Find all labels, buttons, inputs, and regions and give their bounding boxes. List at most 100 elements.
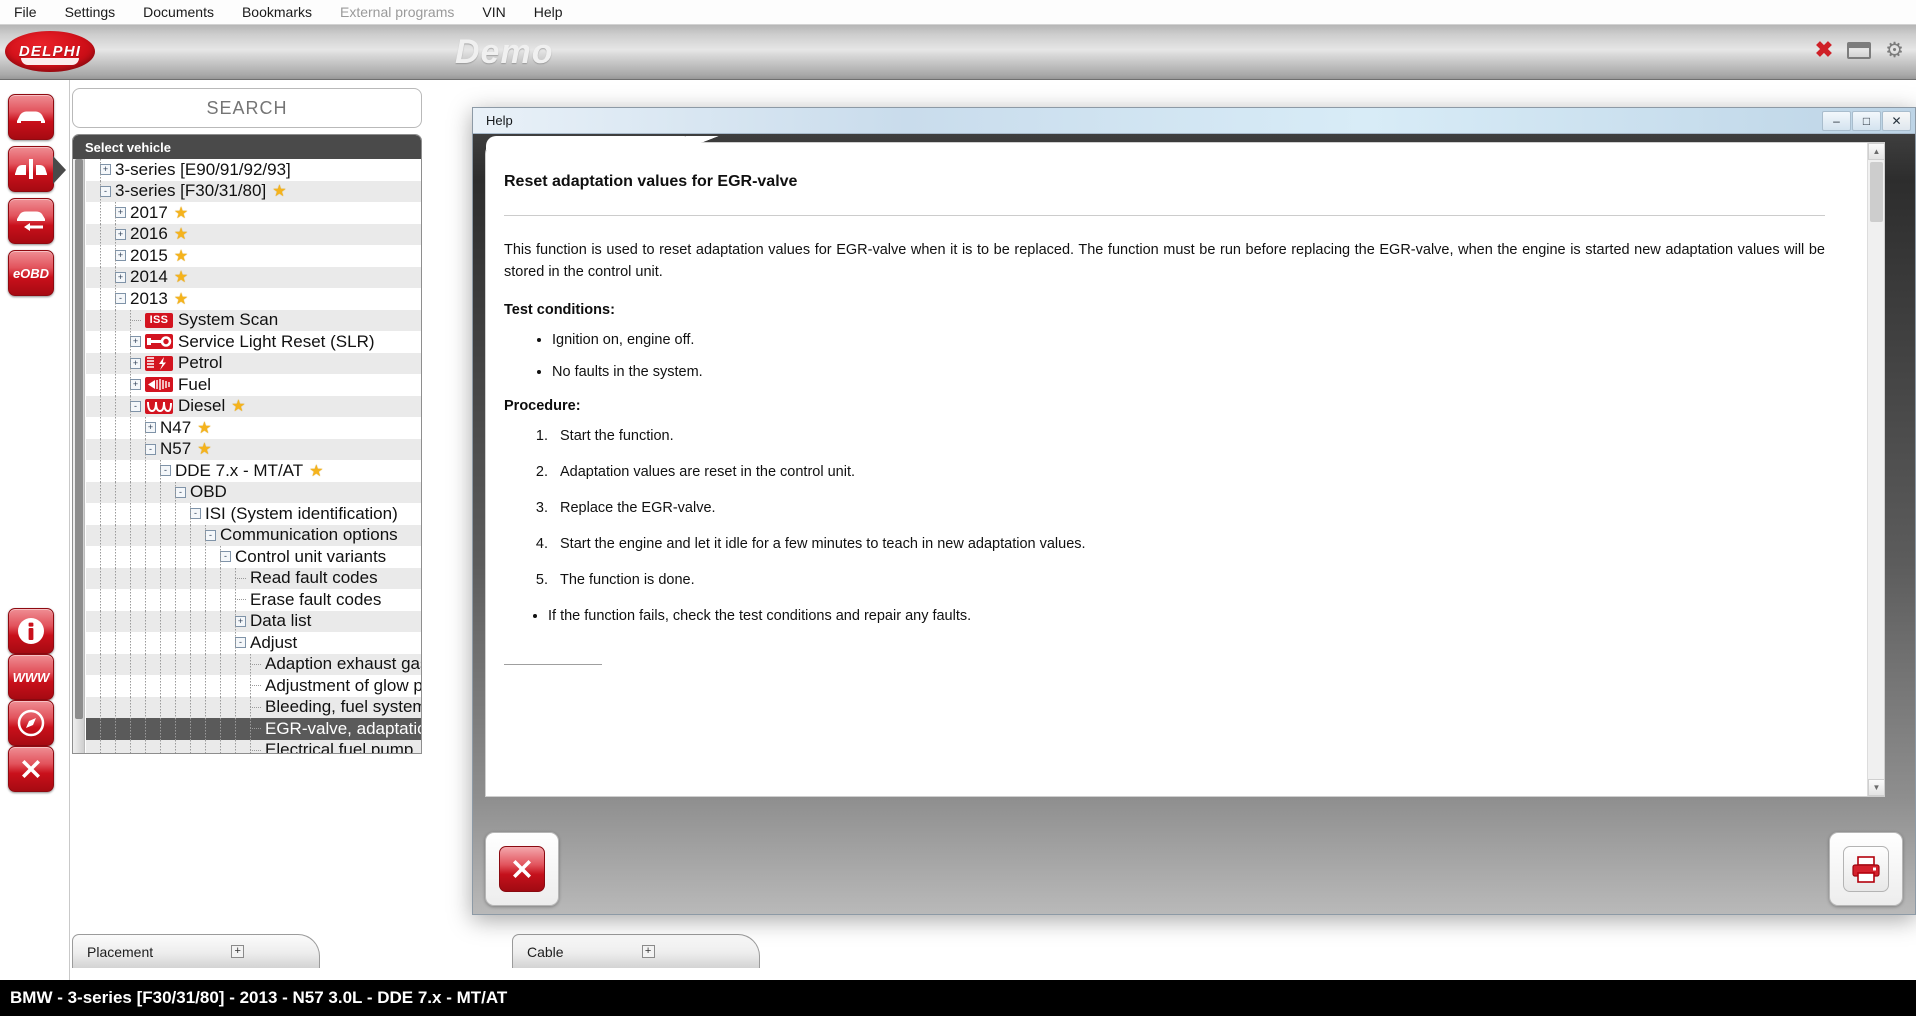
search-input[interactable] xyxy=(73,89,421,127)
favorite-star-icon[interactable]: ★ xyxy=(174,289,188,309)
tree-row[interactable]: Adaption exhaust gas flap xyxy=(86,653,421,675)
tree-toggle-expand[interactable]: + xyxy=(115,228,126,240)
tree-toggle-collapse[interactable]: - xyxy=(130,400,141,412)
tree-row[interactable]: +3-series [E90/91/92/93] xyxy=(86,159,421,181)
print-button[interactable] xyxy=(1829,832,1903,906)
eobd-icon[interactable]: eOBD xyxy=(8,250,54,296)
vehicle-back-icon[interactable] xyxy=(8,198,54,244)
tree-row[interactable]: - Diesel ★ xyxy=(86,395,421,417)
vehicle-system-icon[interactable] xyxy=(8,146,66,192)
tree-toggle-collapse[interactable]: - xyxy=(205,529,216,541)
tree-scrollbar[interactable] xyxy=(73,159,85,753)
tree-row[interactable]: +2016 ★ xyxy=(86,223,421,245)
tree-row[interactable]: - Control unit variants xyxy=(86,546,421,568)
tree-row[interactable]: - Communication options xyxy=(86,524,421,546)
gear-icon[interactable]: ⚙ xyxy=(1885,40,1904,61)
favorite-star-icon[interactable]: ★ xyxy=(174,246,188,266)
menu-item-bookmarks[interactable]: Bookmarks xyxy=(228,0,326,24)
tree-toggle-collapse[interactable]: - xyxy=(115,293,126,305)
tree-toggle-collapse[interactable]: - xyxy=(100,185,111,197)
tree-toggle-expand[interactable]: + xyxy=(130,379,141,391)
scroll-down-icon[interactable]: ▼ xyxy=(1868,779,1885,796)
close-button[interactable]: ✕ xyxy=(1882,111,1911,131)
help-scrollbar[interactable]: ▲ ▼ xyxy=(1867,143,1885,796)
tree-toggle-expand[interactable]: + xyxy=(115,250,126,262)
info-icon[interactable] xyxy=(8,608,54,654)
tree-row[interactable]: Adjustment of glow plugs xyxy=(86,675,421,697)
favorite-star-icon[interactable]: ★ xyxy=(174,267,188,287)
tree-row[interactable]: - Adjust xyxy=(86,632,421,654)
tree-toggle-expand[interactable]: + xyxy=(145,422,156,434)
tree-toggle-expand[interactable]: + xyxy=(100,164,111,176)
favorite-star-icon[interactable]: ★ xyxy=(231,396,245,416)
tree-row[interactable]: -3-series [F30/31/80] ★ xyxy=(86,180,421,202)
close-dialog-button[interactable] xyxy=(485,832,559,906)
help-titlebar[interactable]: Help – □ ✕ xyxy=(473,108,1915,134)
tree-row[interactable]: +2015 ★ xyxy=(86,245,421,267)
tree-row[interactable]: -2013 ★ xyxy=(86,288,421,310)
menu-item-settings[interactable]: Settings xyxy=(51,0,130,24)
help-scrollbar-thumb[interactable] xyxy=(1870,162,1883,222)
favorite-star-icon[interactable]: ★ xyxy=(197,439,211,459)
favorite-star-icon[interactable]: ★ xyxy=(174,224,188,244)
favorite-star-icon[interactable]: ★ xyxy=(309,461,323,481)
tab-cable-expander[interactable]: + xyxy=(641,945,655,958)
document-footer-rule xyxy=(504,663,602,665)
tree-row[interactable]: + Fuel xyxy=(86,374,421,396)
tree-toggle-collapse[interactable]: - xyxy=(175,486,186,498)
menu-item-help[interactable]: Help xyxy=(520,0,577,24)
tree-row[interactable]: Erase fault codes xyxy=(86,589,421,611)
tree-row-label: 2017 xyxy=(130,202,168,222)
scroll-up-icon[interactable]: ▲ xyxy=(1868,143,1885,160)
menu-item-file[interactable]: File xyxy=(0,0,51,24)
tree-toggle-expand[interactable]: + xyxy=(235,615,246,627)
tree-toggle-expand[interactable]: + xyxy=(130,357,141,369)
tree-row[interactable]: Read fault codes xyxy=(86,567,421,589)
tab-placement[interactable]: Placement + xyxy=(72,934,320,968)
tree-toggle-collapse[interactable]: - xyxy=(190,508,201,520)
tree-row[interactable]: ISS System Scan xyxy=(86,309,421,331)
maximize-button[interactable]: □ xyxy=(1852,111,1881,131)
tree-row[interactable]: - N57 ★ xyxy=(86,438,421,460)
tree-toggle-collapse[interactable]: - xyxy=(145,443,156,455)
minimize-button[interactable]: – xyxy=(1822,111,1851,131)
exit-icon[interactable]: ✖ xyxy=(1815,39,1833,61)
tree-row[interactable]: + Petrol xyxy=(86,352,421,374)
www-icon[interactable]: WWW xyxy=(8,654,54,700)
tree-row-label: Fuel xyxy=(178,374,212,394)
tree-row[interactable]: +2014 ★ xyxy=(86,266,421,288)
tree-row[interactable]: - DDE 7.x - MT/AT ★ xyxy=(86,460,421,482)
tree-row[interactable]: Electrical fuel pump xyxy=(86,739,421,753)
window-icon[interactable] xyxy=(1847,41,1872,59)
tree-toggle-collapse[interactable]: - xyxy=(235,637,246,649)
tree-row[interactable]: + Data list xyxy=(86,610,421,632)
vehicle-select-icon[interactable] xyxy=(8,94,54,140)
tree-row[interactable]: - OBD xyxy=(86,481,421,503)
tree-leaf-tick xyxy=(235,577,246,579)
menu-item-documents[interactable]: Documents xyxy=(129,0,228,24)
vehicle-tree[interactable]: +3-series [E90/91/92/93] -3-series [F30/3… xyxy=(86,159,421,753)
tree-row[interactable]: + Service Light Reset (SLR) xyxy=(86,331,421,353)
tree-row[interactable]: - ISI (System identification) xyxy=(86,503,421,525)
favorite-star-icon[interactable]: ★ xyxy=(174,203,188,223)
tree-toggle-expand[interactable]: + xyxy=(115,207,126,219)
tree-toggle-collapse[interactable]: - xyxy=(220,551,231,563)
close-icon[interactable] xyxy=(8,746,54,792)
tree-toggle-expand[interactable]: + xyxy=(130,336,141,348)
tree-toggle-expand[interactable]: + xyxy=(115,271,126,283)
tree-scrollbar-thumb[interactable] xyxy=(75,159,83,719)
tree-row[interactable]: +2017 ★ xyxy=(86,202,421,224)
search-box[interactable] xyxy=(72,88,422,128)
menu-item-external-programs[interactable]: External programs xyxy=(326,0,468,24)
tree-toggle-collapse[interactable]: - xyxy=(160,465,171,477)
compass-icon[interactable] xyxy=(8,700,54,746)
tree-row[interactable]: EGR-valve, adaptation xyxy=(86,718,421,740)
tab-placement-expander[interactable]: + xyxy=(231,945,245,958)
tree-row[interactable]: + N47 ★ xyxy=(86,417,421,439)
tree-row[interactable]: Bleeding, fuel system xyxy=(86,696,421,718)
tab-cable[interactable]: Cable + xyxy=(512,934,760,968)
favorite-star-icon[interactable]: ★ xyxy=(272,181,286,201)
procedure-step: Replace the EGR-valve. xyxy=(552,500,1825,516)
favorite-star-icon[interactable]: ★ xyxy=(197,418,211,438)
menu-item-vin[interactable]: VIN xyxy=(468,0,519,24)
